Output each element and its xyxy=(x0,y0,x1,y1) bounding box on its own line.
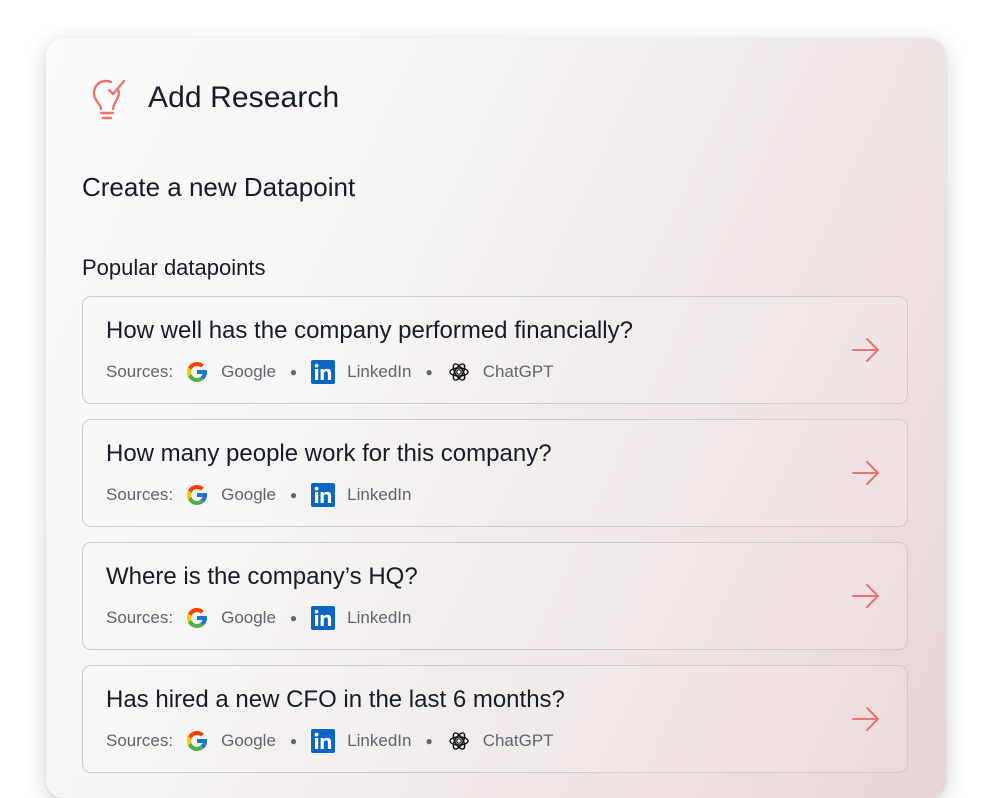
google-icon xyxy=(185,483,209,507)
panel-header: Add Research xyxy=(88,76,339,120)
source-name: Google xyxy=(221,608,276,627)
separator-dot: ● xyxy=(425,365,433,379)
sources-label: Sources: xyxy=(106,608,174,627)
source-google: Google xyxy=(185,483,276,507)
source-chatgpt: ChatGPT xyxy=(447,360,554,384)
arrow-right-icon[interactable] xyxy=(851,460,881,486)
page-title: Add Research xyxy=(148,81,340,114)
chatgpt-icon xyxy=(447,360,471,384)
popular-datapoints-label: Popular datapoints xyxy=(82,255,266,280)
source-name: ChatGPT xyxy=(482,731,554,750)
arrow-right-icon[interactable] xyxy=(851,706,881,732)
sources-label: Sources: xyxy=(106,731,174,750)
separator-dot: ● xyxy=(425,734,433,748)
datapoint-question: Where is the company’s HQ? xyxy=(106,563,418,590)
separator-dot: ● xyxy=(289,488,298,502)
lightbulb-check-icon xyxy=(92,79,126,120)
datapoint-question: How many people work for this company? xyxy=(106,440,552,467)
source-linkedin: LinkedIn xyxy=(311,360,411,384)
source-name: Google xyxy=(221,485,276,504)
sources-label: Sources: xyxy=(106,362,174,381)
separator-dot: ● xyxy=(289,365,298,379)
sources-label: Sources: xyxy=(106,485,174,504)
sources-row: Sources: Google ● LinkedIn ● ChatGPT xyxy=(106,728,554,754)
arrow-right-icon[interactable] xyxy=(851,337,881,363)
chatgpt-icon xyxy=(447,729,471,753)
datapoint-question: How well has the company performed finan… xyxy=(106,317,633,344)
google-icon xyxy=(185,360,209,384)
linkedin-icon xyxy=(311,729,335,753)
datapoint-card[interactable]: Has hired a new CFO in the last 6 months… xyxy=(82,665,908,773)
datapoint-card[interactable]: How many people work for this company? S… xyxy=(82,419,908,527)
source-chatgpt: ChatGPT xyxy=(447,729,554,753)
source-name: LinkedIn xyxy=(347,362,412,381)
linkedin-icon xyxy=(311,483,335,507)
create-datapoint-heading: Create a new Datapoint xyxy=(82,172,356,202)
datapoint-card[interactable]: Where is the company’s HQ? Sources: Goog… xyxy=(82,542,908,650)
source-google: Google xyxy=(185,606,276,630)
source-name: ChatGPT xyxy=(482,362,554,381)
arrow-right-icon[interactable] xyxy=(851,583,881,609)
source-google: Google xyxy=(185,729,276,753)
google-icon xyxy=(185,606,209,630)
separator-dot: ● xyxy=(289,611,298,625)
datapoint-question: Has hired a new CFO in the last 6 months… xyxy=(106,686,565,713)
add-research-panel: Add Research Create a new Datapoint Popu… xyxy=(46,38,946,798)
source-google: Google xyxy=(185,360,276,384)
sources-row: Sources: Google ● LinkedIn xyxy=(106,605,411,631)
source-linkedin: LinkedIn xyxy=(311,483,411,507)
sources-row: Sources: Google ● LinkedIn xyxy=(106,482,411,508)
linkedin-icon xyxy=(311,360,335,384)
source-name: LinkedIn xyxy=(347,608,412,627)
source-name: Google xyxy=(221,731,276,750)
sources-row: Sources: Google ● LinkedIn ● ChatGPT xyxy=(106,359,554,385)
separator-dot: ● xyxy=(289,734,298,748)
google-icon xyxy=(185,729,209,753)
source-name: Google xyxy=(221,362,276,381)
source-linkedin: LinkedIn xyxy=(311,729,411,753)
source-name: LinkedIn xyxy=(347,731,412,750)
linkedin-icon xyxy=(311,606,335,630)
source-linkedin: LinkedIn xyxy=(311,606,411,630)
source-name: LinkedIn xyxy=(347,485,412,504)
datapoint-card[interactable]: How well has the company performed finan… xyxy=(82,296,908,404)
